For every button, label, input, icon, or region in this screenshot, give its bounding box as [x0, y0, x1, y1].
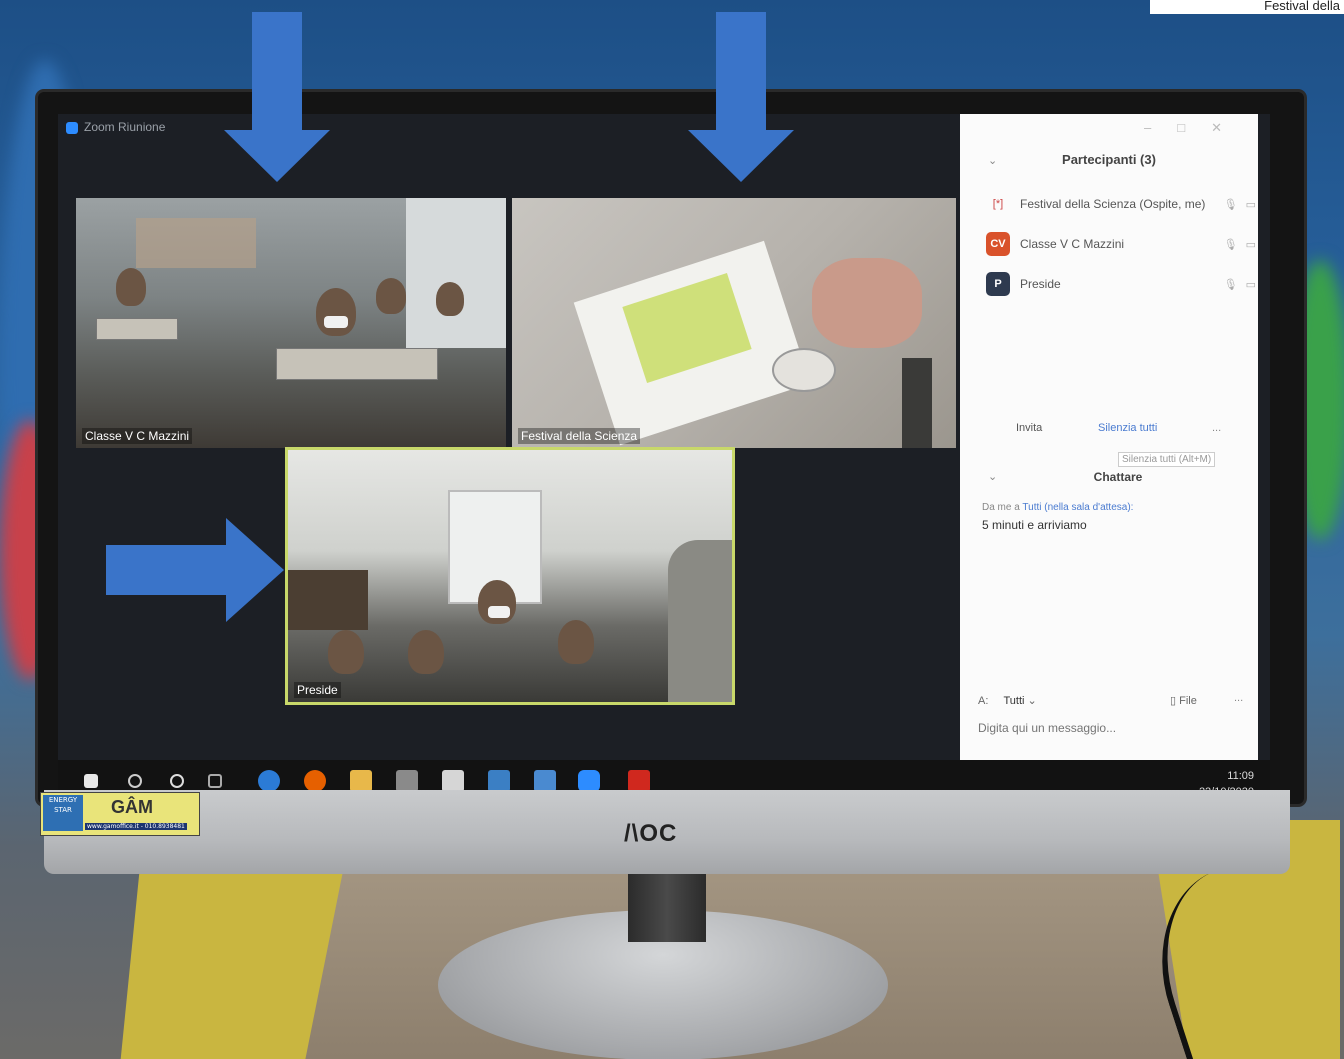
student [116, 268, 146, 306]
side-panel: –□✕ ⌄ Partecipanti (3) [*] Festival dell… [960, 114, 1258, 768]
chat-recipient-select[interactable]: Tutti [1003, 695, 1024, 707]
school-desk [96, 318, 178, 340]
corner-caption: Festival della [1150, 0, 1344, 14]
gam-url: www.gamoffice.it - 010.8938481 [85, 823, 187, 830]
bottle [902, 358, 932, 448]
chat-more-button[interactable]: ... [1234, 692, 1243, 704]
face-mask [324, 316, 348, 328]
hand [812, 258, 922, 348]
chat-message-meta: Da me a Tutti (nella sala d'attesa): [982, 502, 1133, 513]
tile-name-label: Festival della Scienza [518, 428, 641, 444]
chat-recipient-row[interactable]: A: Tutti ⌄ [978, 694, 1037, 707]
student [408, 630, 444, 674]
more-button[interactable]: ... [1212, 422, 1221, 434]
face-mask [488, 606, 510, 618]
student [376, 278, 406, 314]
classroom-window [406, 198, 506, 348]
invite-button[interactable]: Invita [1016, 422, 1042, 434]
photos-icon[interactable] [534, 770, 556, 792]
zoom-app-icon[interactable] [578, 770, 600, 792]
video-tile-preside[interactable]: Preside [285, 447, 735, 705]
window-title: Zoom Riunione [84, 120, 166, 134]
participants-header: Partecipanti (3) [1062, 152, 1156, 167]
file-label: File [1179, 695, 1197, 707]
camera-icon[interactable]: ▭ [1246, 278, 1256, 291]
participant-avatar: [*] [992, 198, 1004, 210]
student [328, 630, 364, 674]
tile-name-label: Preside [294, 682, 341, 698]
chat-message-input[interactable] [976, 720, 1244, 736]
participant-row[interactable]: [*] Festival della Scienza (Ospite, me) … [986, 192, 1256, 216]
participant-name: Preside [1020, 277, 1061, 291]
microphone-icon[interactable]: 🎙 [1224, 198, 1238, 211]
participant-avatar: P [986, 272, 1010, 296]
video-tile-classe[interactable]: Classe V C Mazzini [76, 198, 506, 448]
arrow-right-icon [106, 518, 284, 622]
arrow-down-icon [688, 12, 794, 182]
student [558, 620, 594, 664]
tile-name-label: Classe V C Mazzini [82, 428, 193, 444]
monitor-stand-neck [628, 872, 706, 942]
participant-row[interactable]: P Preside 🎙 ▭ [986, 272, 1256, 296]
notepad-icon[interactable] [442, 770, 464, 792]
search-icon[interactable] [128, 774, 142, 788]
window-controls[interactable]: –□✕ [1144, 120, 1248, 136]
file-icon: ▯ [1170, 695, 1177, 707]
firefox-icon[interactable] [304, 770, 326, 792]
mute-all-button[interactable]: Silenzia tutti [1098, 422, 1157, 434]
zoom-titlebar: Zoom Riunione [58, 114, 958, 140]
monitor-screen: Zoom Riunione Classe V C Mazzini Festiva… [58, 114, 1270, 804]
participant-row[interactable]: CV Classe V C Mazzini 🎙 ▭ [986, 232, 1256, 256]
file-explorer-icon[interactable] [350, 770, 372, 792]
classroom-wall-poster [136, 218, 256, 268]
aoc-logo: /\OC [624, 820, 678, 847]
chevron-down-icon[interactable]: ⌄ [1028, 695, 1037, 707]
participant-name: Classe V C Mazzini [1020, 237, 1125, 251]
bookshelf [288, 570, 368, 630]
media-player-icon[interactable] [488, 770, 510, 792]
chat-recipient-label: A: [978, 695, 989, 707]
student [316, 288, 356, 336]
camera-icon[interactable]: ▭ [1246, 198, 1256, 211]
camera-icon[interactable]: ▭ [1246, 238, 1256, 251]
energy-star-logo: ENERGY STAR [43, 795, 83, 831]
adult-shoulder [668, 540, 732, 702]
student [436, 282, 464, 316]
mortar-bowl [772, 348, 836, 392]
chat-message: 5 minuti e arriviamo [982, 518, 1087, 532]
windows-start-icon[interactable] [84, 774, 98, 788]
participant-name: Festival della Scienza (Ospite, me) [1020, 197, 1206, 211]
cortana-icon[interactable] [170, 774, 184, 788]
chat-header: Chattare [1093, 470, 1143, 484]
video-gallery: Classe V C Mazzini Festival della Scienz… [58, 140, 958, 750]
microphone-icon[interactable]: 🎙 [1224, 278, 1238, 291]
chat-meta-to[interactable]: Tutti (nella sala d'attesa): [1022, 502, 1133, 513]
mute-all-tooltip: Silenzia tutti (Alt+M) [1118, 452, 1216, 467]
school-desk [276, 348, 438, 380]
clock-time: 11:09 [1227, 770, 1254, 782]
microphone-icon[interactable]: 🎙 [1224, 238, 1238, 251]
chat-meta-from: Da me a [982, 502, 1020, 513]
video-tile-festival[interactable]: Festival della Scienza [512, 198, 956, 448]
arrow-down-icon [224, 12, 330, 182]
zoom-icon [66, 121, 78, 134]
gam-logo: GÂM [111, 797, 153, 817]
photo-scene: Zoom Riunione Classe V C Mazzini Festiva… [0, 0, 1344, 1059]
task-view-icon[interactable] [208, 774, 222, 788]
gam-sticker: ENERGY STAR GÂM www.gamoffice.it - 010.8… [40, 792, 200, 836]
file-button[interactable]: ▯ File [1170, 694, 1197, 707]
acrobat-icon[interactable] [628, 770, 650, 792]
participant-avatar: CV [986, 232, 1010, 256]
calculator-icon[interactable] [396, 770, 418, 792]
edge-icon[interactable] [258, 770, 280, 792]
